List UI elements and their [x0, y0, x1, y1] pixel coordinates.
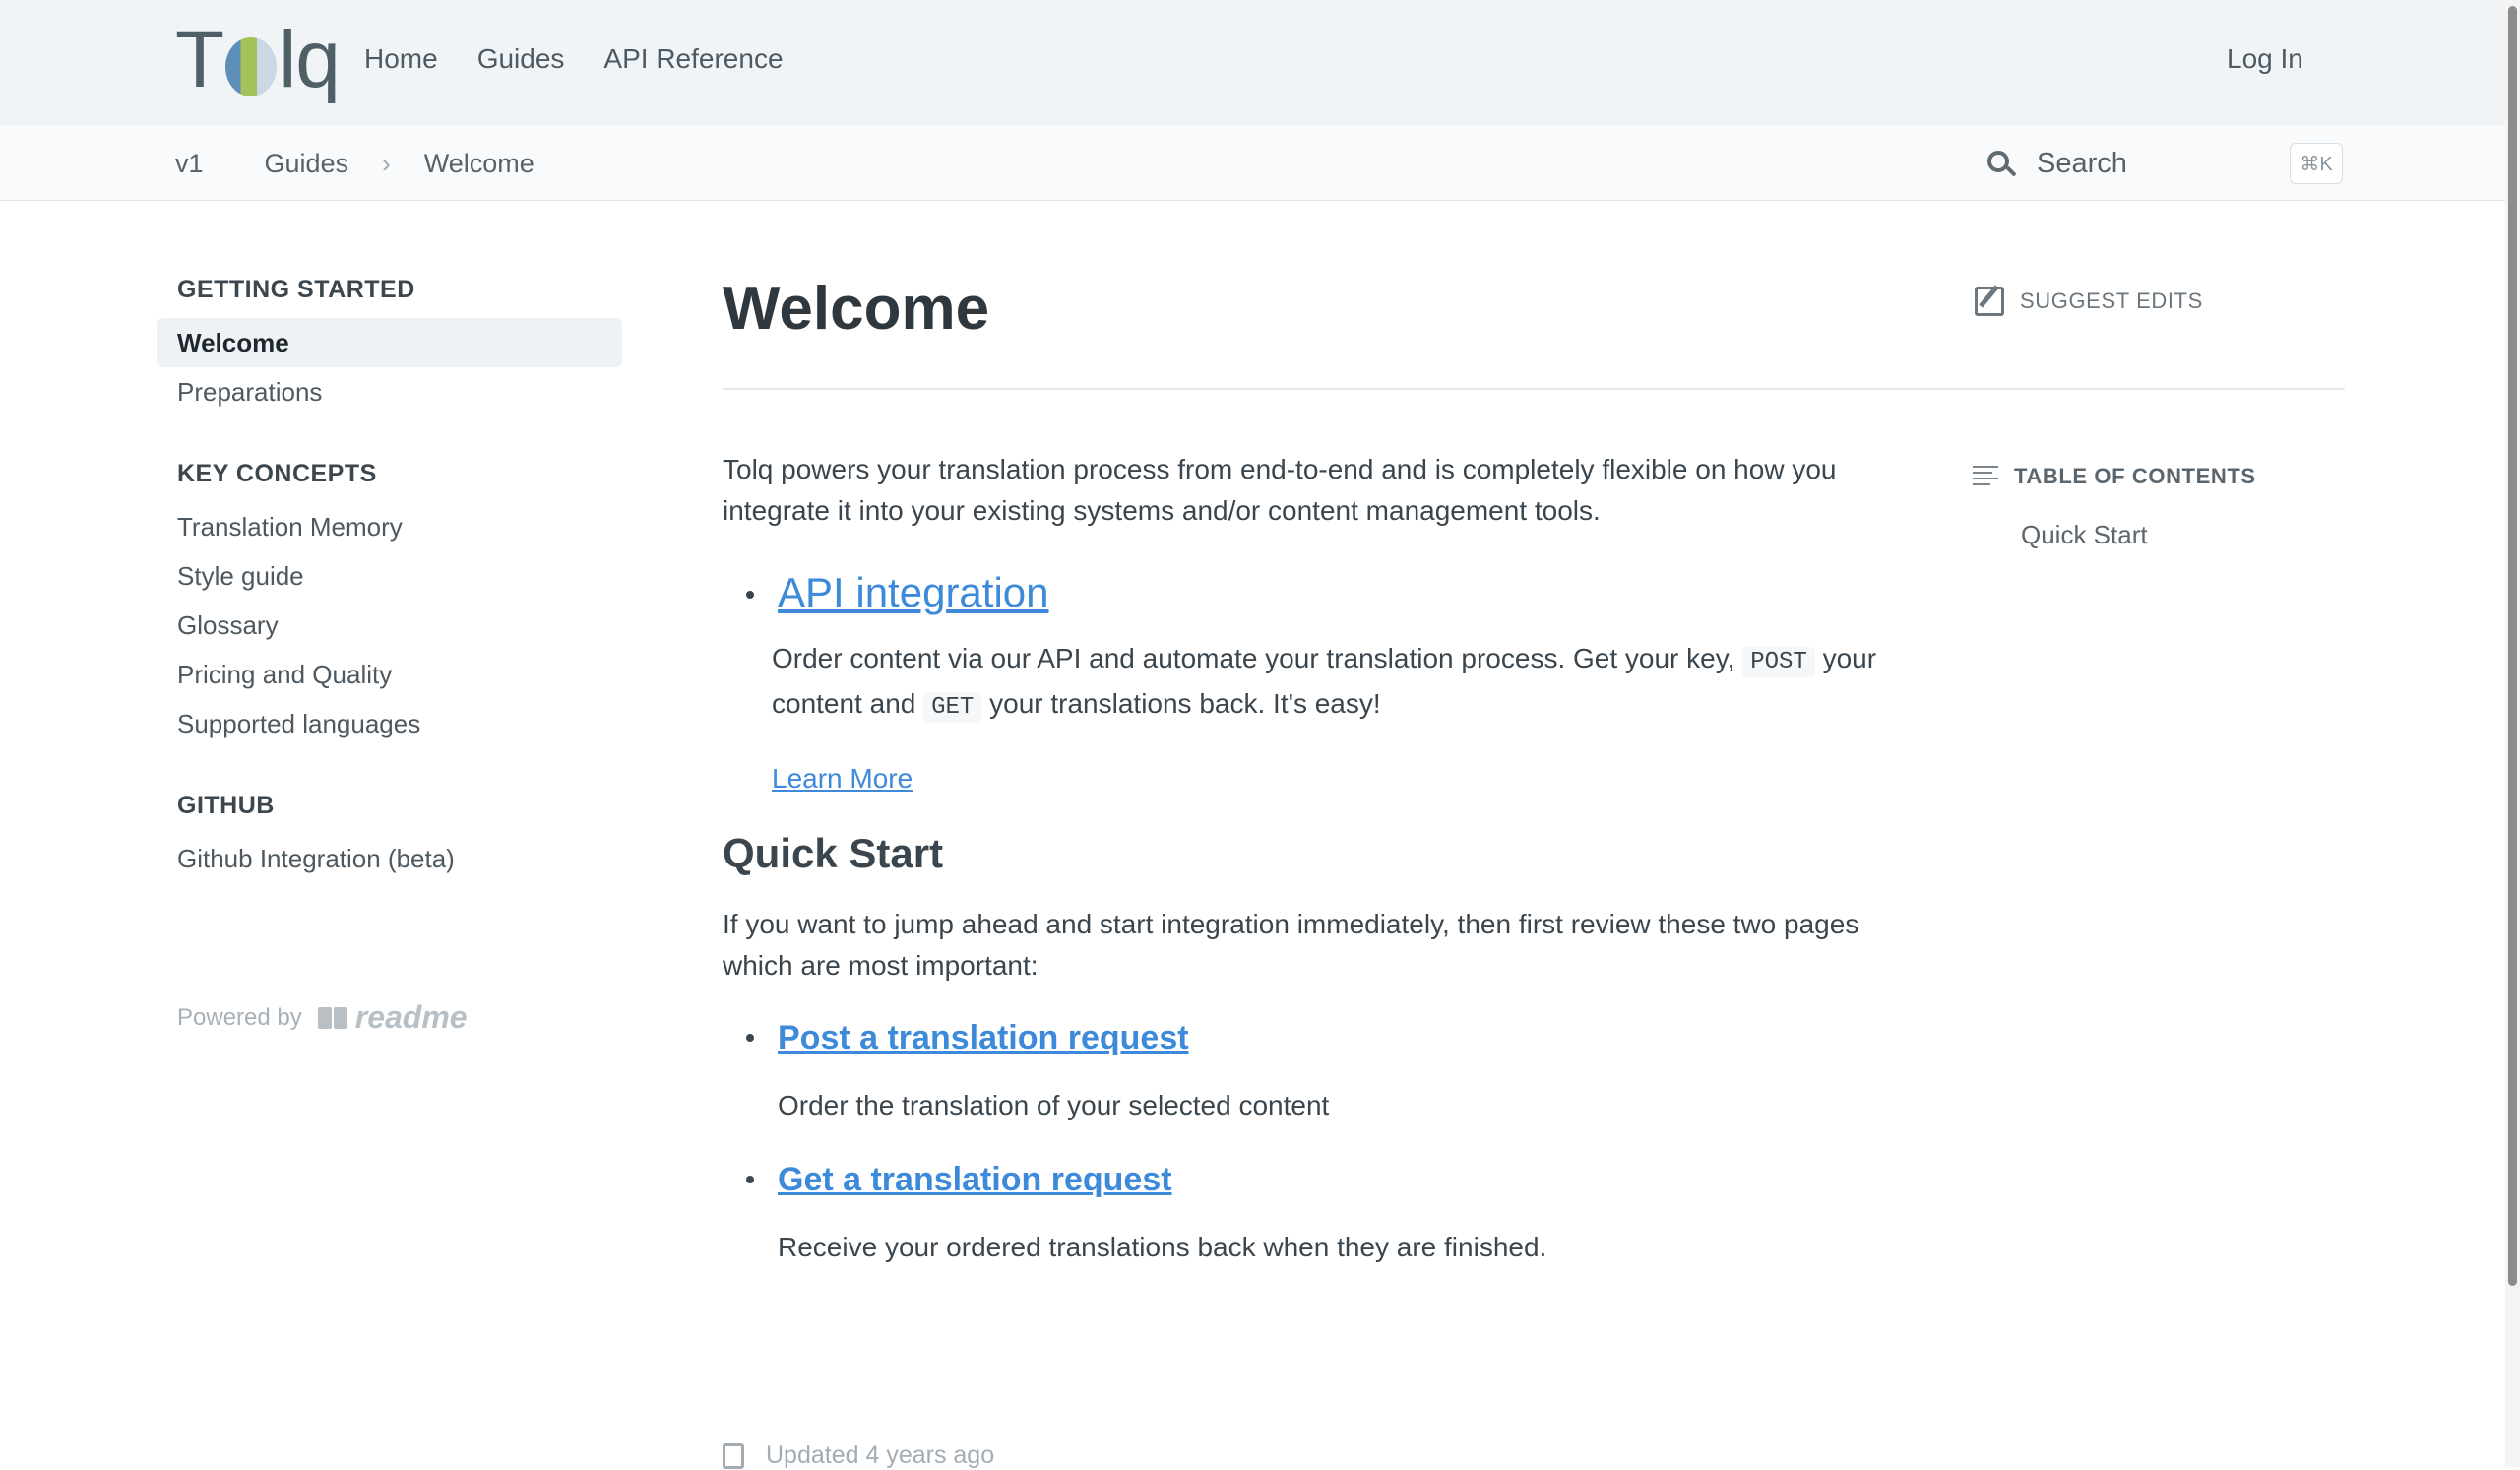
list-icon [1973, 466, 1998, 487]
code-post: POST [1742, 647, 1815, 677]
bullet-dot [746, 1176, 754, 1183]
sidebar-section-github: GITHUB Github Integration (beta) [158, 792, 622, 883]
updated-note: Updated 4 years ago [723, 1441, 994, 1470]
learn-more-link[interactable]: Learn More [772, 763, 913, 794]
sidebar-item-pricing-and-quality[interactable]: Pricing and Quality [158, 650, 622, 699]
bullet-dot [746, 591, 754, 599]
toc-heading-label: TABLE OF CONTENTS [2014, 464, 2256, 488]
sidebar-heading: KEY CONCEPTS [177, 460, 377, 487]
search-input[interactable] [2035, 146, 2271, 181]
updated-text: Updated 4 years ago [766, 1441, 995, 1469]
sidebar-item-glossary[interactable]: Glossary [158, 601, 622, 650]
quick-start-paragraph: If you want to jump ahead and start inte… [723, 909, 1859, 981]
article-body: Tolq powers your translation process fro… [723, 449, 1904, 1268]
list-item: Post a translation request [723, 1014, 1904, 1061]
search-box[interactable]: ⌘K [1984, 141, 2343, 186]
top-header: Tlq Home Guides API Reference Log In [0, 0, 2505, 125]
readme-book-icon [317, 1006, 347, 1029]
sidebar-item-supported-languages[interactable]: Supported languages [158, 699, 622, 748]
sidebar-heading: GETTING STARTED [177, 276, 415, 303]
nav-guides[interactable]: Guides [477, 43, 565, 75]
suggest-edits-label: SUGGEST EDITS [2020, 288, 2203, 313]
search-icon [1984, 147, 2017, 180]
list-item: API integration [723, 565, 1904, 620]
suggest-edits-button[interactable]: SUGGEST EDITS [1975, 287, 2203, 316]
scrollbar-thumb[interactable] [2508, 6, 2517, 1286]
quick-start-heading: Quick Start [723, 830, 944, 876]
version-selector[interactable]: v1 [175, 149, 204, 179]
tolq-logo[interactable]: Tlq [175, 20, 341, 104]
search-shortcut-badge: ⌘K [2290, 143, 2343, 184]
breadcrumb: v1 Guides › Welcome [175, 149, 535, 179]
login-link[interactable]: Log In [2227, 43, 2303, 75]
sub-header: v1 Guides › Welcome ⌘K [0, 125, 2505, 201]
sidebar-section-key-concepts: KEY CONCEPTS Translation Memory Style gu… [158, 460, 622, 748]
breadcrumb-guides[interactable]: Guides [265, 149, 349, 179]
post-translation-request-link[interactable]: Post a translation request [778, 1019, 1189, 1056]
nav-api-reference[interactable]: API Reference [603, 43, 783, 75]
api-description: Order content via our API and automate y… [772, 643, 1877, 794]
sidebar-section-getting-started: GETTING STARTED Welcome Preparations [158, 276, 622, 416]
intro-paragraph: Tolq powers your translation process fro… [723, 454, 1837, 526]
code-get: GET [923, 692, 982, 723]
get-translation-request-link[interactable]: Get a translation request [778, 1161, 1172, 1198]
top-nav: Home Guides API Reference [364, 43, 784, 75]
page-scrollbar[interactable] [2505, 0, 2520, 1467]
chevron-right-icon: › [382, 149, 391, 178]
powered-by-label: Powered by [177, 1003, 302, 1031]
calendar-icon [723, 1442, 744, 1469]
sidebar-heading: GITHUB [177, 792, 275, 819]
toc-heading: TABLE OF CONTENTS [1973, 464, 2256, 489]
sidebar-item-style-guide[interactable]: Style guide [158, 551, 622, 601]
page-title: Welcome [723, 275, 990, 343]
powered-by-readme[interactable]: Powered by readme [177, 999, 468, 1036]
get-translation-desc: Receive your ordered translations back w… [778, 1232, 1547, 1262]
readme-logo-text: readme [354, 999, 468, 1035]
nav-home[interactable]: Home [364, 43, 438, 75]
toc-item-quick-start[interactable]: Quick Start [2021, 520, 2148, 550]
sidebar-item-preparations[interactable]: Preparations [158, 367, 622, 416]
sidebar: GETTING STARTED Welcome Preparations KEY… [158, 276, 622, 927]
post-translation-desc: Order the translation of your selected c… [778, 1090, 1330, 1120]
sidebar-item-welcome[interactable]: Welcome [158, 318, 622, 367]
breadcrumb-welcome: Welcome [423, 149, 535, 178]
api-integration-link[interactable]: API integration [778, 569, 1049, 615]
edit-icon [1975, 287, 2004, 316]
sidebar-item-github-integration[interactable]: Github Integration (beta) [158, 834, 622, 883]
title-divider [723, 388, 2345, 390]
bullet-dot [746, 1034, 754, 1042]
logo-o-mark [225, 37, 278, 96]
list-item: Get a translation request [723, 1156, 1904, 1203]
sidebar-item-translation-memory[interactable]: Translation Memory [158, 502, 622, 551]
